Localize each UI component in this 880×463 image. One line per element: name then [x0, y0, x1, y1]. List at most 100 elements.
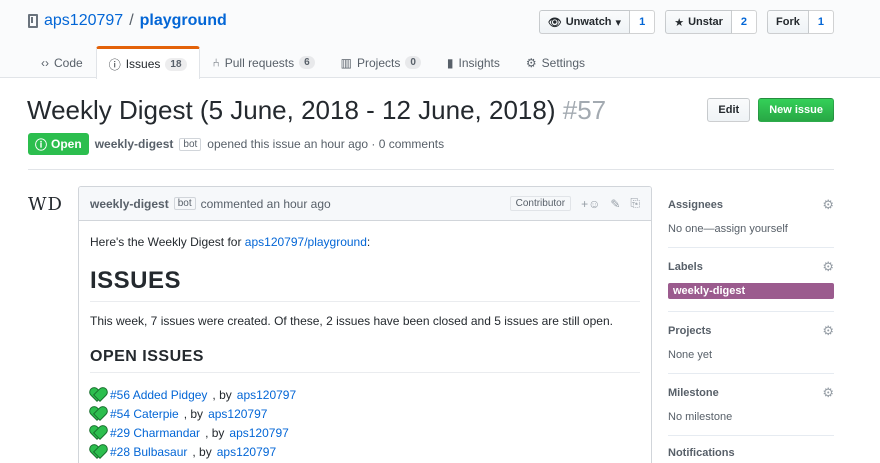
list-item: #54 Caterpie , by aps120797 [90, 404, 640, 423]
tab-issues[interactable]: ⓘ Issues 18 [95, 46, 200, 79]
comment: weekly-digest bot commented an hour ago … [78, 186, 652, 463]
issue-title-text: Weekly Digest (5 June, 2018 - 12 June, 2… [27, 95, 556, 125]
green-heart-icon [90, 426, 105, 439]
project-icon: ▥ [340, 55, 352, 70]
new-issue-button[interactable]: New issue [758, 98, 834, 122]
state-badge: ⓘ Open [28, 133, 89, 155]
green-heart-icon [90, 407, 105, 420]
label-weekly-digest[interactable]: weekly-digest [668, 283, 834, 299]
assignees-title[interactable]: Assignees ⚙ [668, 197, 834, 213]
repo-header: aps120797 / playground 👁 Unwatch ▾ 1 ★ U… [0, 0, 880, 79]
green-heart-icon [90, 388, 105, 401]
issue-title: Weekly Digest (5 June, 2018 - 12 June, 2… [27, 95, 606, 126]
repo-title: aps120797 / playground [28, 12, 227, 30]
milestone-value: No milestone [668, 411, 733, 423]
by-text: , by [183, 406, 204, 421]
tab-insights[interactable]: ▮ Insights [434, 46, 513, 78]
caret-down-icon: ▾ [615, 16, 622, 29]
edit-button[interactable]: Edit [707, 98, 751, 122]
issue-number: #57 [562, 95, 607, 125]
code-icon: ‹› [41, 55, 49, 70]
header-divider [28, 169, 834, 170]
user-link[interactable]: aps120797 [229, 426, 288, 440]
gear-icon[interactable]: ⚙ [822, 323, 834, 339]
repo-nav-tabs: ‹› Code ⓘ Issues 18 ⑃ Pull requests 6 ▥ … [28, 46, 598, 79]
tab-label: Settings [541, 55, 586, 70]
labels-section: Labels ⚙ weekly-digest [668, 248, 834, 312]
comment-header-actions: Contributor +☺ ✎ ⎘ [509, 196, 640, 211]
gear-icon[interactable]: ⚙ [822, 385, 834, 401]
user-link[interactable]: aps120797 [208, 407, 267, 421]
issues-summary: This week, 7 issues were created. Of the… [90, 314, 613, 328]
issue-opened-icon: ⓘ [35, 137, 48, 152]
list-item: #28 Bulbasaur , by aps120797 [90, 442, 640, 461]
repo-link[interactable]: aps120797/playground [245, 235, 367, 249]
stargazers-count[interactable]: 2 [731, 10, 758, 34]
user-link[interactable]: aps120797 [217, 445, 276, 459]
add-reaction-icon[interactable]: +☺ [581, 197, 600, 211]
pencil-icon[interactable]: ✎ [610, 197, 620, 211]
reply-icon[interactable]: ⎘ [630, 196, 640, 211]
section-title: Assignees [668, 199, 724, 211]
eye-icon: 👁 [547, 16, 562, 29]
issue-link[interactable]: #56 Added Pidgey [110, 388, 207, 402]
tab-label: Projects [357, 55, 401, 70]
tab-code[interactable]: ‹› Code [28, 46, 96, 78]
tab-pull-requests[interactable]: ⑃ Pull requests 6 [200, 46, 328, 78]
labels-title[interactable]: Labels ⚙ [668, 259, 834, 275]
star-group: ★ Unstar 2 [665, 10, 758, 34]
section-title: Projects [668, 325, 712, 337]
comment-body: Here's the Weekly Digest for aps120797/p… [79, 221, 651, 463]
section-title: Labels [668, 261, 703, 273]
issue-sidebar: Assignees ⚙ No one—assign yourself Label… [668, 186, 834, 463]
fork-button[interactable]: Fork [767, 10, 809, 34]
repo-icon [28, 14, 38, 28]
tab-settings[interactable]: ⚙ Settings [513, 46, 598, 78]
tab-label: Code [54, 55, 83, 70]
gear-icon[interactable]: ⚙ [822, 197, 834, 213]
projects-title[interactable]: Projects ⚙ [668, 323, 834, 339]
tab-label: Pull requests [224, 55, 295, 70]
notifications-section: Notifications [668, 436, 834, 463]
by-text: , by [212, 387, 232, 402]
assignees-section: Assignees ⚙ No one—assign yourself [668, 186, 834, 248]
issue-meta: ⓘ Open weekly-digest bot opened this iss… [28, 133, 444, 155]
watchers-count[interactable]: 1 [630, 10, 656, 34]
milestone-title[interactable]: Milestone ⚙ [668, 385, 834, 401]
issues-heading: ISSUES [90, 267, 640, 302]
issue-meta-text: opened this issue an hour ago · 0 commen… [207, 137, 445, 151]
assignees-value[interactable]: No one—assign yourself [668, 223, 834, 235]
issue-author-link[interactable]: weekly-digest [95, 137, 174, 151]
state-label: Open [51, 137, 82, 151]
gear-icon[interactable]: ⚙ [822, 259, 834, 275]
repo-name-link[interactable]: playground [140, 12, 227, 30]
issue-link[interactable]: #29 Charmandar [110, 426, 200, 440]
intro-suffix: : [366, 235, 371, 249]
issue-header-actions: Edit New issue [707, 98, 834, 122]
bot-badge: bot [173, 197, 196, 210]
unwatch-button[interactable]: 👁 Unwatch ▾ [538, 10, 631, 34]
repo-actions: 👁 Unwatch ▾ 1 ★ Unstar 2 Fork 1 [538, 10, 834, 34]
section-title: Notifications [668, 447, 735, 459]
repo-owner-link[interactable]: aps120797 [44, 12, 123, 30]
open-issues-heading: OPEN ISSUES [90, 348, 640, 373]
open-issues-list: #56 Added Pidgey , by aps120797 #54 Cater… [90, 385, 640, 461]
forks-count[interactable]: 1 [808, 10, 834, 34]
avatar[interactable]: WD [28, 194, 63, 215]
git-pull-request-icon: ⑃ [212, 55, 220, 70]
issue-link[interactable]: #54 Caterpie [110, 407, 179, 421]
star-icon: ★ [674, 16, 685, 29]
tab-projects[interactable]: ▥ Projects 0 [328, 46, 434, 78]
by-text: , by [205, 425, 225, 440]
projects-counter: 0 [405, 56, 421, 69]
gear-icon: ⚙ [525, 55, 537, 70]
digest-intro: Here's the Weekly Digest for aps120797/p… [90, 235, 640, 249]
unstar-button[interactable]: ★ Unstar [665, 10, 732, 34]
comment-timestamp[interactable]: commented an hour ago [201, 197, 331, 211]
comment-header: weekly-digest bot commented an hour ago … [79, 187, 651, 221]
intro-text: Here's the Weekly Digest for [90, 235, 245, 249]
comment-author-link[interactable]: weekly-digest [90, 197, 169, 211]
user-link[interactable]: aps120797 [237, 388, 296, 402]
issue-link[interactable]: #28 Bulbasaur [110, 445, 187, 459]
watch-group: 👁 Unwatch ▾ 1 [538, 10, 656, 34]
